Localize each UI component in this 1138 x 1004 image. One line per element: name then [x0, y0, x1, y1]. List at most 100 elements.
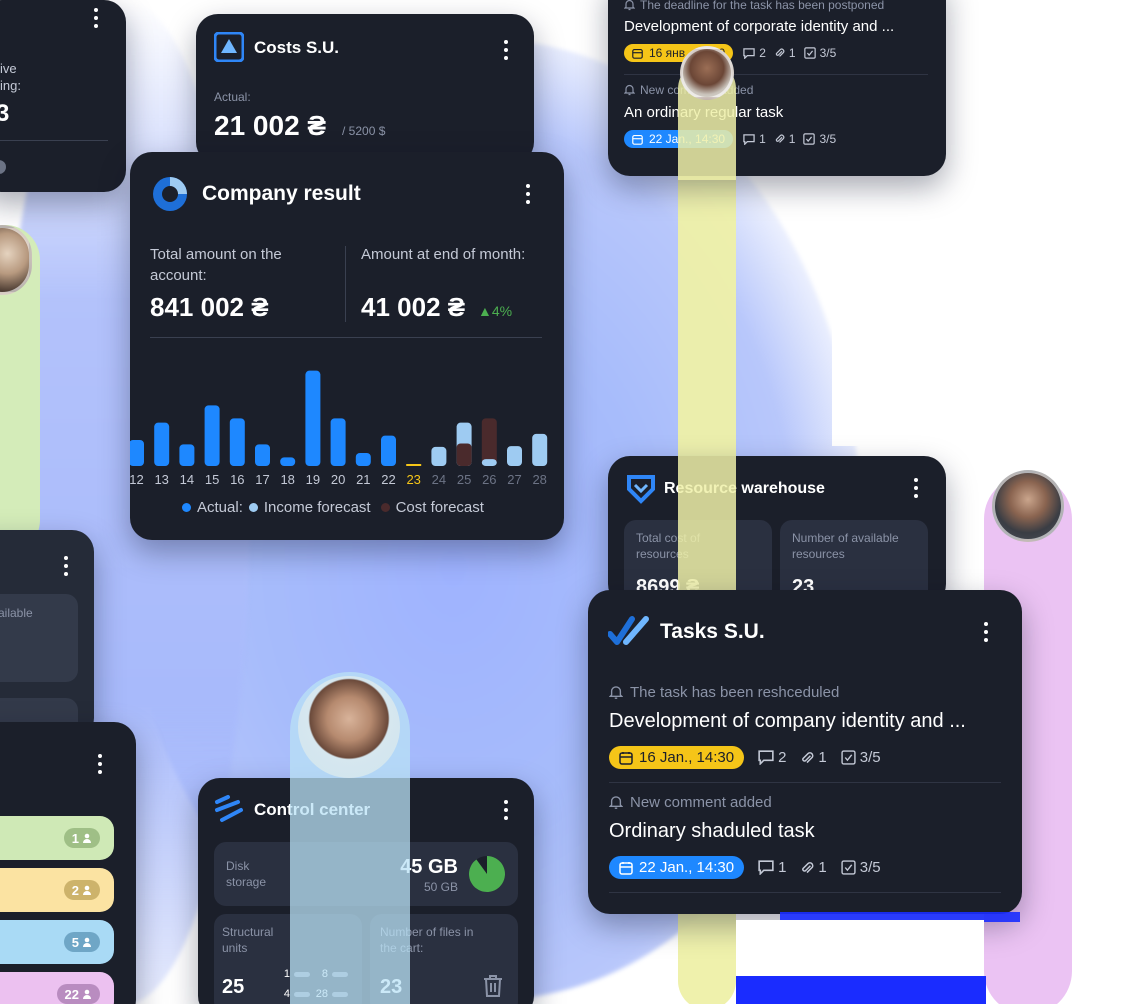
white-panel [832, 184, 1138, 446]
units-small-3: 4 [283, 988, 290, 1000]
trash-icon[interactable] [482, 974, 504, 998]
task-row2-comments: 1 [758, 859, 786, 876]
user-icon [83, 937, 91, 947]
units-small-1: 1 [283, 968, 290, 980]
background-strip-2 [736, 976, 986, 1004]
task-row1-date: 16 Jan., 14:30 [639, 749, 735, 766]
disk-pie-used [469, 856, 505, 892]
top-task-row2-attachments: 1 [774, 132, 795, 146]
bar-income-forecast-26 [481, 459, 497, 466]
units-value: 25 [222, 976, 245, 998]
legend-cost-label: Cost forecast [395, 499, 484, 516]
checkbox-icon [841, 750, 856, 765]
paperclip-icon [802, 861, 814, 873]
list-item[interactable]: 22 [0, 972, 114, 1004]
count-badge: 1 [63, 828, 100, 848]
tick-label-13: 13 [154, 472, 168, 487]
bar-income-forecast-24 [431, 446, 447, 466]
top-task-row1-attachments: 1 [774, 46, 796, 60]
units-label: Structural units [222, 925, 274, 955]
top-task-row1-title[interactable]: Development of corporate identity and ..… [624, 18, 894, 35]
tick-label-18: 18 [280, 472, 294, 487]
task-row2-meta: 22 Jan., 14:30 1 1 3/5 [609, 856, 881, 879]
bar-actual-21 [355, 453, 371, 466]
partial-label: ive ing: [0, 60, 21, 94]
task-row2-date-chip[interactable]: 22 Jan., 14:30 [609, 856, 745, 879]
tick-label-20: 20 [331, 472, 345, 487]
menu-icon[interactable] [56, 554, 76, 578]
checkbox-icon [803, 133, 816, 145]
tick-label-28: 28 [532, 472, 546, 487]
task-row1-checklist-count: 3/5 [859, 749, 881, 766]
bar-actual-15 [204, 405, 220, 466]
task-row2-notice-text: New comment added [630, 794, 772, 811]
bar-actual-12 [130, 440, 144, 466]
task-row1-notice-text: The task has been reshceduled [630, 684, 840, 701]
bell-icon [609, 686, 623, 699]
task-row1-comments-count: 2 [778, 749, 787, 766]
user-icon [83, 833, 91, 843]
control-menu-icon[interactable] [496, 798, 516, 822]
costs-menu-icon[interactable] [496, 38, 516, 62]
top-task-row2-checklist-count: 3/5 [819, 132, 837, 146]
bell-icon [624, 0, 635, 11]
resource-menu-icon[interactable] [906, 476, 926, 500]
menu-icon[interactable] [86, 6, 106, 30]
bar-income-forecast-27 [507, 446, 522, 466]
top-task-row1-comments: 2 [743, 46, 766, 60]
total-label: Total amount on the account: [150, 246, 282, 284]
tick-label-24: 24 [432, 472, 446, 487]
tick-label-17: 17 [255, 472, 269, 487]
partial-tile: ailable [0, 594, 78, 682]
task-row1-title[interactable]: Development of company identity and ... [609, 710, 966, 733]
task-row2-notice: New comment added [609, 794, 772, 811]
bell-icon [624, 84, 635, 96]
toggle-knob [0, 160, 6, 174]
stats-divider-horizontal [150, 337, 542, 338]
legend-dot-income [248, 503, 258, 512]
comment-icon [758, 860, 774, 875]
costs-title: Costs S.U. [254, 38, 340, 57]
menu-icon[interactable] [90, 752, 110, 776]
checkbox-icon [803, 47, 816, 59]
task-row1-date-chip[interactable]: 16 Jan., 14:30 [609, 746, 745, 769]
tick-label-21: 21 [356, 472, 370, 487]
partial-tile-label: ailable [0, 606, 33, 620]
user-icon [83, 989, 91, 999]
company-menu-icon[interactable] [518, 182, 538, 206]
end-label: Amount at end of month: [361, 246, 526, 263]
top-task-row1-notice: The deadline for the task has been postp… [624, 0, 884, 12]
legend-dot-actual [182, 503, 191, 512]
tick-label-14: 14 [180, 472, 194, 487]
tasks-menu-icon[interactable] [976, 620, 996, 644]
bar-actual-13 [154, 422, 170, 466]
bar-actual-19 [305, 370, 321, 466]
legend-income-label: Income forecast [263, 499, 371, 516]
costs-card: Costs S.U. Actual: 21 002 ₴ / 5200 $ [196, 14, 534, 164]
total-value: 841 002 ₴ [150, 292, 269, 322]
user-icon [83, 885, 91, 895]
list-item[interactable]: 2 [0, 868, 114, 912]
task-divider-1 [609, 782, 1001, 783]
list-item[interactable]: 1 [0, 816, 114, 860]
task-row2-attachments: 1 [800, 859, 827, 876]
task-row2-checklist: 3/5 [841, 859, 881, 876]
task-row2-title[interactable]: Ordinary shaduled task [609, 820, 815, 843]
bar-income-forecast-28 [532, 433, 548, 466]
checkbox-icon [841, 860, 856, 875]
comment-icon [743, 133, 755, 145]
count-badge: 22 [56, 984, 100, 1004]
avatar-woman [298, 676, 400, 778]
task-row2-attachments-count: 1 [818, 859, 827, 876]
tasks-card: Tasks S.U. The task has been reshceduled… [588, 590, 1022, 914]
list-item[interactable]: 5 [0, 920, 114, 964]
top-task-row1-checklist: 3/5 [803, 46, 836, 60]
bar-actual-22 [381, 435, 396, 466]
task-row1-notice: The task has been reshceduled [609, 684, 839, 701]
tasks-title: Tasks S.U. [660, 620, 765, 643]
tasks-logo-icon [608, 616, 649, 645]
count-value: 2 [71, 882, 79, 898]
comment-icon [743, 47, 755, 59]
disk-usage-pie [469, 856, 505, 892]
paperclip-icon [775, 48, 785, 57]
